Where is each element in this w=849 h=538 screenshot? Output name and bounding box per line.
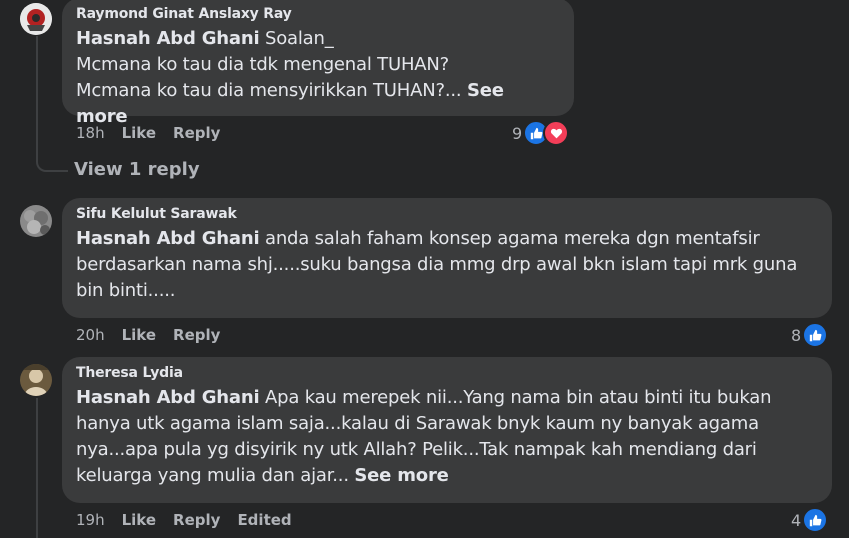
comment-actions: 19h Like Reply Edited (76, 511, 309, 529)
comment-line: bin binti..... (76, 280, 176, 301)
view-replies-link[interactable]: View 1 reply (74, 159, 200, 180)
comment-line: Apa kau merepek nii...Yang nama bin atau… (265, 387, 772, 408)
reaction-count: 8 (791, 325, 802, 345)
comment-author[interactable]: Raymond Ginat Anslaxy Ray (76, 6, 560, 22)
avatar[interactable] (20, 205, 52, 237)
love-icon (543, 120, 570, 146)
avatar[interactable] (20, 3, 52, 35)
reaction-summary[interactable]: 8 (791, 322, 829, 348)
comment-line: Mcmana ko tau dia tdk mengenal TUHAN? (76, 54, 450, 75)
avatar[interactable] (20, 364, 52, 396)
comment-timestamp[interactable]: 20h (76, 326, 105, 344)
comment-line: berdasarkan nama shj.....suku bangsa dia… (76, 254, 798, 275)
comment-actions: 20h Like Reply (76, 326, 237, 344)
reply-button[interactable]: Reply (173, 511, 220, 529)
thread-line (36, 36, 38, 151)
reply-connector (36, 140, 68, 172)
edited-label[interactable]: Edited (237, 511, 291, 529)
comment-text: Hasnah Abd Ghani anda salah faham konsep… (76, 226, 818, 304)
reaction-count: 4 (791, 510, 802, 530)
comment-text: Hasnah Abd Ghani Apa kau merepek nii...Y… (76, 385, 818, 489)
comment-line: keluarga yang mulia dan ajar... (76, 465, 349, 486)
comment-line: nya...apa pula yg disyirik ny utk Allah?… (76, 439, 757, 460)
comment-actions: 18h Like Reply (76, 124, 237, 142)
reaction-count: 9 (512, 123, 523, 143)
avatar-image (20, 205, 52, 237)
avatar-image (20, 364, 52, 396)
comment-author[interactable]: Theresa Lydia (76, 365, 818, 381)
like-icon (802, 322, 829, 348)
mention-link[interactable]: Hasnah Abd Ghani (76, 228, 260, 249)
comment-bubble: Theresa Lydia Hasnah Abd Ghani Apa kau m… (62, 357, 832, 503)
comment-line: Mcmana ko tau dia mensyirikkan TUHAN?... (76, 80, 462, 101)
comment-timestamp[interactable]: 19h (76, 511, 105, 529)
like-button[interactable]: Like (122, 511, 156, 529)
thread-line (36, 398, 38, 538)
comment-line: hanya utk agama islam saja...kalau di Sa… (76, 413, 759, 434)
reaction-summary[interactable]: 4 (791, 507, 829, 533)
see-more-link[interactable]: See more (354, 465, 448, 486)
like-button[interactable]: Like (122, 124, 156, 142)
comment-line: anda salah faham konsep agama mereka dgn… (265, 228, 760, 249)
comment-bubble: Sifu Kelulut Sarawak Hasnah Abd Ghani an… (62, 198, 832, 318)
avatar-image (20, 3, 52, 35)
comment-bubble: Raymond Ginat Anslaxy Ray Hasnah Abd Gha… (62, 0, 574, 127)
comment-author[interactable]: Sifu Kelulut Sarawak (76, 206, 818, 222)
mention-link[interactable]: Hasnah Abd Ghani (76, 28, 260, 49)
reply-button[interactable]: Reply (173, 326, 220, 344)
comment-line: Soalan_ (265, 28, 334, 49)
like-button[interactable]: Like (122, 326, 156, 344)
mention-link[interactable]: Hasnah Abd Ghani (76, 387, 260, 408)
comment-text: Hasnah Abd Ghani Soalan_ Mcmana ko tau d… (76, 26, 560, 130)
like-icon (802, 507, 829, 533)
reaction-summary[interactable]: 9 (512, 120, 570, 146)
comment-timestamp[interactable]: 18h (76, 124, 105, 142)
reply-button[interactable]: Reply (173, 124, 220, 142)
